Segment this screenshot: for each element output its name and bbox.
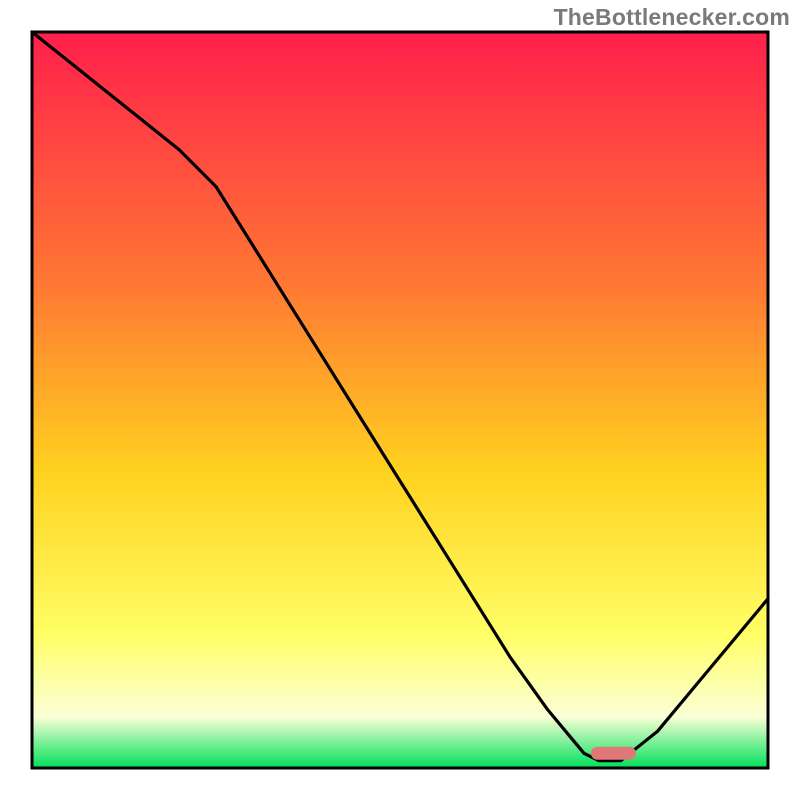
chart-container: { "watermark": "TheBottlenecker.com", "c… (0, 0, 800, 800)
optimal-marker (591, 747, 635, 759)
plot-background (32, 32, 768, 768)
bottleneck-chart (0, 0, 800, 800)
